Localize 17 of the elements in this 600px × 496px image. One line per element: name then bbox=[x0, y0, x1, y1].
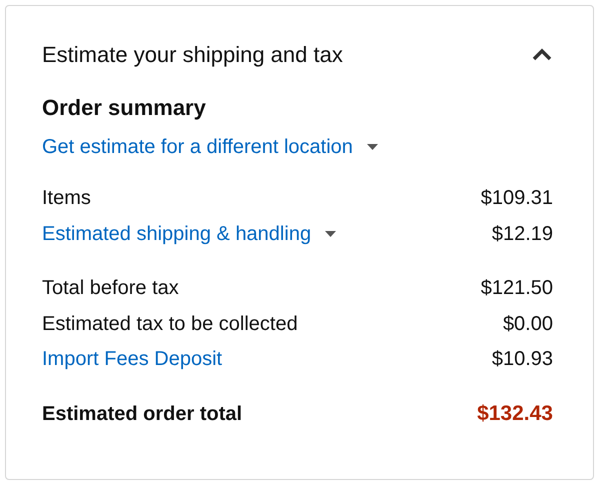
location-link[interactable]: Get estimate for a different location bbox=[42, 136, 353, 158]
section-title: Order summary bbox=[42, 95, 207, 121]
amount: $0.00 bbox=[502, 312, 553, 336]
row-label: Total before tax bbox=[42, 277, 179, 300]
amount: $12.19 bbox=[492, 222, 553, 246]
amount: $10.93 bbox=[492, 348, 553, 372]
shipping-link[interactable]: Estimated shipping & handling bbox=[42, 222, 312, 246]
row-label: Estimated order total bbox=[42, 402, 242, 426]
amount: $121.50 bbox=[480, 277, 553, 300]
row-label: Estimated tax to be collected bbox=[42, 312, 298, 336]
amount: $109.31 bbox=[480, 187, 553, 210]
total-amount: $132.43 bbox=[477, 402, 553, 426]
panel-title: Estimate your shipping and tax bbox=[42, 42, 343, 68]
caret-icon bbox=[366, 144, 378, 150]
caret-icon bbox=[325, 231, 336, 238]
row-label: Items bbox=[42, 187, 91, 210]
fee-link[interactable]: Import Fees Deposit bbox=[42, 348, 222, 372]
